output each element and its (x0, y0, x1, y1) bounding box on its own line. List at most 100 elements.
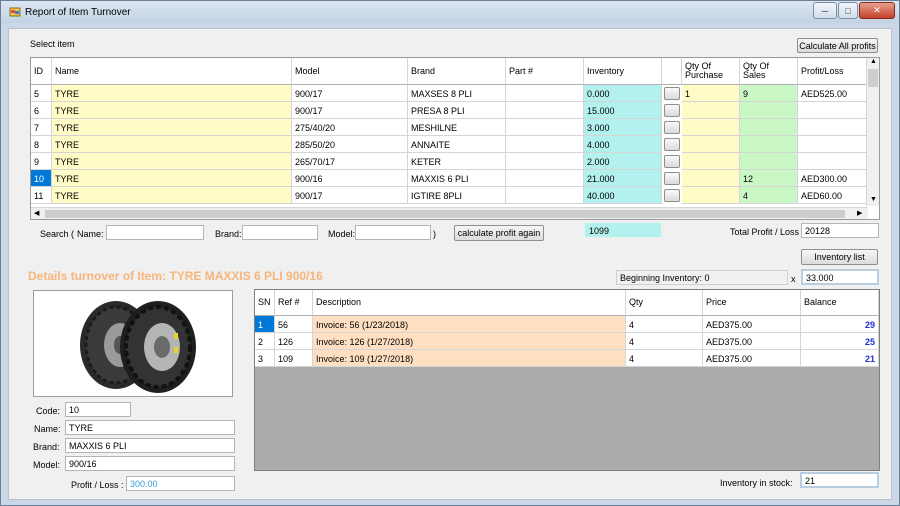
search-model-input[interactable] (355, 225, 431, 240)
cell-name[interactable]: TYRE (52, 187, 292, 204)
model-field[interactable]: 900/16 (65, 456, 235, 471)
profit-loss-field[interactable]: 300.00 (126, 476, 235, 491)
cell-model[interactable]: 900/17 (292, 102, 408, 119)
cell-part[interactable] (506, 187, 584, 204)
col-header-qty[interactable]: Qty (626, 290, 703, 316)
cell-brand[interactable]: MESHILNE (408, 119, 506, 136)
cell-sales[interactable] (740, 136, 798, 153)
cell-id[interactable]: 7 (31, 119, 52, 136)
col-header-name[interactable]: Name (52, 58, 292, 85)
cell-profit[interactable] (798, 153, 868, 170)
cell-profit[interactable]: AED525.00 (798, 85, 868, 102)
items-vertical-scrollbar[interactable]: ▲ ▼ (866, 58, 879, 206)
cell-profit[interactable] (798, 136, 868, 153)
cell-sales[interactable]: 9 (740, 85, 798, 102)
cell-inventory[interactable]: 3.000 (584, 119, 662, 136)
row-action-button[interactable] (664, 87, 680, 100)
scroll-thumb[interactable] (868, 69, 878, 87)
col-header-part[interactable]: Part # (506, 58, 584, 85)
cell-balance[interactable]: 29 (801, 316, 879, 333)
maximize-button[interactable]: □ (838, 2, 858, 19)
cell-model[interactable]: 275/40/20 (292, 119, 408, 136)
cell-name[interactable]: TYRE (52, 85, 292, 102)
cell-brand[interactable]: KETER (408, 153, 506, 170)
cell-purchase[interactable] (682, 119, 740, 136)
cell-qty[interactable]: 4 (626, 350, 703, 367)
cell-id[interactable]: 8 (31, 136, 52, 153)
beginning-inventory-value[interactable]: 33.000 (801, 269, 879, 285)
col-header-qty-sales[interactable]: Qty Of Sales (740, 58, 798, 85)
cell-brand[interactable]: MAXSES 8 PLI (408, 85, 506, 102)
cell-qty[interactable]: 4 (626, 333, 703, 350)
cell-purchase[interactable] (682, 187, 740, 204)
cell-part[interactable] (506, 153, 584, 170)
cell-desc[interactable]: Invoice: 109 (1/27/2018) (313, 350, 626, 367)
cell-sales[interactable]: 12 (740, 170, 798, 187)
col-header-description[interactable]: Description (313, 290, 626, 316)
row-action-button[interactable] (664, 189, 680, 202)
cell-part[interactable] (506, 102, 584, 119)
cell-qty[interactable]: 4 (626, 316, 703, 333)
col-header-id[interactable]: ID (31, 58, 52, 85)
col-header-qty-purchase[interactable]: Qty Of Purchase (682, 58, 740, 85)
cell-sales[interactable] (740, 119, 798, 136)
cell-price[interactable]: AED375.00 (703, 316, 801, 333)
cell-id[interactable]: 11 (31, 187, 52, 204)
cell-sn[interactable]: 3 (255, 350, 275, 367)
minimize-button[interactable]: ─ (813, 2, 837, 19)
name-field[interactable]: TYRE (65, 420, 235, 435)
row-action-button[interactable] (664, 155, 680, 168)
cell-inventory[interactable]: 21.000 (584, 170, 662, 187)
cell-profit[interactable]: AED60.00 (798, 187, 868, 204)
calculate-profit-again-button[interactable]: calculate profit again (454, 225, 544, 241)
cell-brand[interactable]: IGTIRE 8PLI (408, 187, 506, 204)
row-action-button[interactable] (664, 104, 680, 117)
cell-profit[interactable] (798, 119, 868, 136)
cell-id[interactable]: 5 (31, 85, 52, 102)
cell-profit[interactable]: AED300.00 (798, 170, 868, 187)
cell-brand[interactable]: ANNAITE (408, 136, 506, 153)
cell-desc[interactable]: Invoice: 126 (1/27/2018) (313, 333, 626, 350)
search-name-input[interactable] (106, 225, 204, 240)
row-action-button[interactable] (664, 121, 680, 134)
cell-model[interactable]: 900/16 (292, 170, 408, 187)
cell-model[interactable]: 900/17 (292, 187, 408, 204)
col-header-model[interactable]: Model (292, 58, 408, 85)
cell-purchase[interactable] (682, 102, 740, 119)
code-field[interactable]: 10 (65, 402, 131, 417)
cell-inventory[interactable]: 40.000 (584, 187, 662, 204)
cell-sales[interactable]: 4 (740, 187, 798, 204)
hscroll-thumb[interactable] (45, 210, 845, 218)
cell-brand[interactable]: MAXXIS 6 PLI (408, 170, 506, 187)
cell-model[interactable]: 265/70/17 (292, 153, 408, 170)
row-action-button[interactable] (664, 138, 680, 151)
cell-name[interactable]: TYRE (52, 153, 292, 170)
cell-inventory[interactable]: 4.000 (584, 136, 662, 153)
cell-purchase[interactable] (682, 170, 740, 187)
cell-part[interactable] (506, 170, 584, 187)
scroll-down-icon[interactable]: ▼ (870, 196, 877, 203)
calculate-all-profits-button[interactable]: Calculate All profits (797, 38, 878, 53)
scroll-up-icon[interactable]: ▲ (870, 58, 877, 65)
col-header-sn[interactable]: SN (255, 290, 275, 316)
inventory-in-stock-field[interactable]: 21 (800, 472, 879, 488)
col-header-ref[interactable]: Ref # (275, 290, 313, 316)
cell-ref[interactable]: 56 (275, 316, 313, 333)
cell-id[interactable]: 10 (31, 170, 52, 187)
cell-sales[interactable] (740, 102, 798, 119)
cell-part[interactable] (506, 136, 584, 153)
col-header-inventory[interactable]: Inventory (584, 58, 662, 85)
cell-sales[interactable] (740, 153, 798, 170)
cell-brand[interactable]: PRESA 8 PLI (408, 102, 506, 119)
cell-name[interactable]: TYRE (52, 170, 292, 187)
cell-part[interactable] (506, 119, 584, 136)
row-action-button[interactable] (664, 172, 680, 185)
col-header-action[interactable] (662, 58, 682, 85)
cell-model[interactable]: 900/17 (292, 85, 408, 102)
cell-ref[interactable]: 109 (275, 350, 313, 367)
cell-desc[interactable]: Invoice: 56 (1/23/2018) (313, 316, 626, 333)
cell-price[interactable]: AED375.00 (703, 350, 801, 367)
col-header-profit[interactable]: Profit/Loss (798, 58, 868, 85)
cell-purchase[interactable] (682, 136, 740, 153)
scroll-left-icon[interactable]: ◀ (34, 209, 39, 217)
